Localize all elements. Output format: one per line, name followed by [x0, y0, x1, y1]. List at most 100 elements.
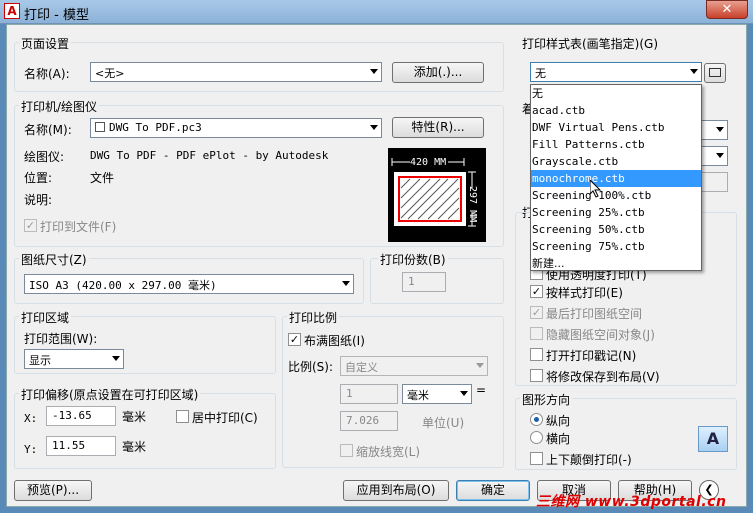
fit-to-paper-label: 布满图纸(I) [304, 334, 365, 348]
chevron-down-icon [716, 127, 724, 132]
orientation-label: 图形方向 [520, 391, 573, 408]
plotter-label: 绘图仪: [24, 150, 65, 164]
plot-stamp-checkbox[interactable] [530, 348, 543, 361]
dropdown-item-screening-75[interactable]: Screening 75%.ctb [531, 238, 701, 255]
orientation-preview-icon: A [698, 426, 728, 452]
plot-style-label: 打印样式表(画笔指定)(G) [522, 37, 659, 51]
paperspace-last-checkbox[interactable]: ✓ [530, 306, 543, 319]
fit-to-paper-checkbox[interactable]: ✓ [288, 333, 301, 346]
dropdown-item-acad[interactable]: acad.ctb [531, 102, 701, 119]
chevron-down-icon [112, 356, 120, 361]
upside-down-checkbox[interactable] [530, 452, 543, 465]
dropdown-item-none[interactable]: 无 [531, 85, 701, 102]
edit-plot-style-button[interactable] [704, 63, 726, 83]
scale-combo[interactable]: 自定义 [340, 356, 488, 376]
printer-properties-button[interactable]: 特性(R)... [392, 117, 484, 138]
site-watermark: 三维网 www.3dportal.cn [536, 494, 727, 510]
plot-area-label: 打印区域 [19, 309, 72, 326]
scale-unit-value: 毫米 [407, 389, 429, 402]
scale-value2-input[interactable]: 7.026 [340, 411, 398, 431]
save-changes-checkbox[interactable] [530, 369, 543, 382]
offset-x-unit: 毫米 [122, 410, 147, 424]
landscape-label: 横向 [546, 432, 571, 446]
plot-offset-frame [14, 393, 276, 469]
add-page-setup-button[interactable]: 添加(.)... [392, 62, 484, 83]
close-button[interactable]: ✕ [706, 0, 748, 19]
window-title: 打印 - 模型 [24, 8, 89, 23]
plot-range-label: 打印范围(W): [24, 332, 98, 346]
plotter-icon [95, 122, 105, 132]
plot-scale-label: 打印比例 [287, 309, 340, 326]
plot-style-dropdown: 无 acad.ctb DWF Virtual Pens.ctb Fill Pat… [530, 84, 702, 271]
scale-lineweights-label: 缩放线宽(L) [356, 445, 421, 459]
chevron-down-icon [716, 153, 724, 158]
chevron-down-icon [690, 69, 698, 74]
hide-paperspace-checkbox[interactable] [530, 327, 543, 340]
description-label: 说明: [24, 193, 53, 207]
copies-input[interactable]: 1 [402, 272, 446, 292]
dropdown-item-fill-patterns[interactable]: Fill Patterns.ctb [531, 136, 701, 153]
scale-label: 比例(S): [288, 360, 334, 374]
scale-value1-input[interactable]: 1 [340, 384, 398, 404]
copies-label: 打印份数(B) [378, 251, 448, 268]
dropdown-item-grayscale[interactable]: Grayscale.ctb [531, 153, 701, 170]
dropdown-item-dwf-virtual-pens[interactable]: DWF Virtual Pens.ctb [531, 119, 701, 136]
preview-button[interactable]: 预览(P)... [14, 480, 92, 501]
page-setup-name-combo[interactable]: <无> [90, 62, 382, 82]
offset-y-unit: 毫米 [122, 440, 147, 454]
plot-style-combo[interactable]: 无 [530, 62, 702, 82]
chevron-down-icon [370, 125, 378, 130]
chevron-down-icon [460, 391, 468, 396]
scale-units-label: 单位(U) [422, 416, 465, 430]
plot-style-value: 无 [535, 67, 546, 80]
print-to-file-checkbox[interactable]: ✓ [24, 219, 37, 232]
plot-offset-label: 打印偏移(原点设置在可打印区域) [19, 386, 201, 403]
printer-name-value: DWG To PDF.pc3 [109, 121, 202, 134]
autocad-app-icon: A [4, 3, 20, 19]
upside-down-label: 上下颠倒打印(-) [546, 453, 632, 467]
plot-range-value: 显示 [29, 354, 51, 367]
scale-equals: = [476, 383, 487, 397]
page-setup-label: 页面设置 [19, 35, 72, 52]
preview-height-text: 297 MM [467, 186, 478, 223]
printer-name-combo[interactable]: DWG To PDF.pc3 [90, 118, 382, 138]
ok-button[interactable]: 确定 [456, 480, 530, 501]
offset-y-input[interactable]: 11.55 [46, 436, 116, 456]
plot-range-combo[interactable]: 显示 [24, 349, 124, 369]
portrait-radio[interactable] [530, 413, 543, 426]
dropdown-item-screening-50[interactable]: Screening 50%.ctb [531, 221, 701, 238]
landscape-radio[interactable] [530, 431, 543, 444]
paper-size-combo[interactable]: ISO A3 (420.00 x 297.00 毫米) [24, 274, 354, 294]
scale-value: 自定义 [345, 361, 378, 374]
plot-with-styles-label: 按样式打印(E) [546, 286, 623, 300]
paper-size-value: ISO A3 (420.00 x 297.00 毫米) [29, 279, 217, 292]
portrait-label: 纵向 [546, 414, 571, 428]
save-changes-label: 将修改保存到布局(V) [546, 370, 660, 384]
printer-name-label: 名称(M): [24, 123, 72, 137]
offset-x-input[interactable]: -13.65 [46, 406, 116, 426]
plot-with-styles-checkbox[interactable]: ✓ [530, 285, 543, 298]
scale-unit-combo[interactable]: 毫米 [402, 384, 472, 404]
center-plot-checkbox[interactable] [176, 410, 189, 423]
dropdown-item-monochrome[interactable]: monochrome.ctb [531, 170, 701, 187]
plot-stamp-label: 打开打印戳记(N) [546, 349, 637, 363]
chevron-down-icon [476, 363, 484, 368]
dropdown-item-screening-25[interactable]: Screening 25%.ctb [531, 204, 701, 221]
location-value: 文件 [90, 171, 115, 185]
location-label: 位置: [24, 171, 53, 185]
apply-to-layout-button[interactable]: 应用到布局(O) [343, 480, 449, 501]
dropdown-item-new[interactable]: 新建... [531, 255, 701, 272]
print-to-file-label: 打印到文件(F) [40, 220, 117, 234]
title-bar [0, 0, 753, 24]
printer-group-label: 打印机/绘图仪 [19, 98, 100, 115]
offset-x-label: X: [24, 412, 38, 425]
paper-size-label: 图纸尺寸(Z) [19, 251, 89, 268]
hide-paperspace-label: 隐藏图纸空间对象(J) [546, 328, 655, 342]
paperspace-last-label: 最后打印图纸空间 [546, 307, 643, 321]
scale-lineweights-checkbox[interactable] [340, 444, 353, 457]
page-setup-name-value: <无> [95, 67, 125, 80]
chevron-down-icon [370, 69, 378, 74]
mouse-cursor-icon [589, 178, 602, 201]
center-plot-label: 居中打印(C) [192, 411, 258, 425]
dropdown-item-screening-100[interactable]: Screening 100%.ctb [531, 187, 701, 204]
